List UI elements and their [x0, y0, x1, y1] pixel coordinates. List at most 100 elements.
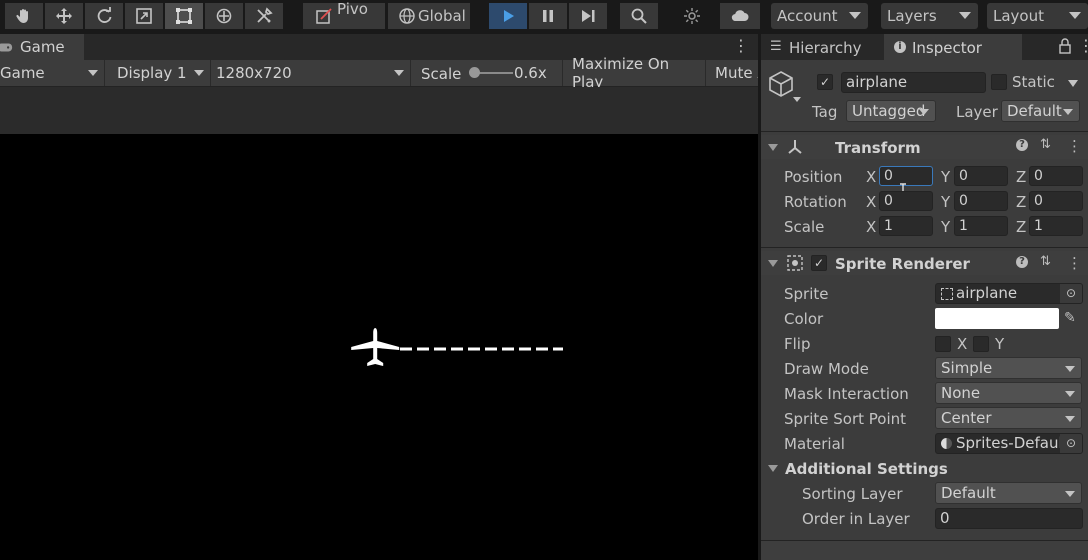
eyedropper-icon[interactable]: ✎	[1064, 310, 1076, 326]
game-letterbox	[0, 87, 758, 134]
game-tab-label: Game	[20, 38, 65, 56]
static-label: Static	[1012, 73, 1055, 91]
chevron-down-icon	[394, 70, 404, 76]
flip-x-label: X	[957, 335, 968, 353]
sprite-renderer-foldout-icon[interactable]	[768, 260, 778, 267]
flip-y-checkbox[interactable]	[973, 336, 989, 352]
scale-icon	[136, 8, 152, 24]
transform-tool-button[interactable]	[205, 3, 243, 29]
transform-title: Transform	[835, 139, 921, 157]
additional-settings-label[interactable]: Additional Settings	[785, 460, 948, 478]
color-swatch[interactable]	[935, 308, 1059, 329]
global-toggle[interactable]: Global	[388, 3, 470, 29]
icon-picker-chevron-icon[interactable]	[793, 97, 801, 102]
rotation-y-field[interactable]: 0	[954, 191, 1008, 211]
transform-foldout-icon[interactable]	[768, 144, 778, 151]
scale-tool-button[interactable]	[125, 3, 163, 29]
account-dropdown[interactable]: Account	[771, 3, 868, 29]
play-button[interactable]	[489, 3, 527, 29]
rotation-z-field[interactable]: 0	[1029, 191, 1083, 211]
gamepad-icon	[0, 43, 13, 52]
gameobject-cube-icon	[769, 71, 793, 97]
static-checkbox[interactable]	[991, 74, 1007, 90]
cloud-button[interactable]	[720, 3, 760, 29]
axis-y-label: Y	[941, 193, 951, 211]
inspector-more-options-icon[interactable]: ⋮	[1078, 38, 1088, 56]
flip-x-checkbox[interactable]	[935, 336, 951, 352]
tab-hierarchy[interactable]: ☰ Hierarchy	[766, 34, 882, 60]
position-z-field[interactable]: 0	[1029, 166, 1083, 186]
tag-value: Untagged	[852, 102, 926, 120]
active-checkbox[interactable]: ✓	[817, 74, 833, 90]
rotation-label: Rotation	[784, 193, 847, 211]
help-icon[interactable]: ?	[1016, 256, 1028, 268]
step-button[interactable]	[569, 3, 607, 29]
static-chevron-down-icon[interactable]	[1068, 80, 1078, 87]
rect-tool-button[interactable]	[165, 3, 203, 29]
help-icon[interactable]: ?	[1016, 139, 1028, 151]
layer-value: Default	[1007, 102, 1062, 120]
lock-icon[interactable]	[1058, 38, 1072, 54]
layers-label: Layers	[887, 7, 937, 25]
sprite-sort-point-dropdown[interactable]: Center	[935, 407, 1082, 429]
color-label: Color	[784, 310, 824, 328]
resolution-dropdown[interactable]: 1280x720	[211, 60, 411, 86]
search-button[interactable]	[620, 3, 658, 29]
sprite-object-field[interactable]: airplane ⊙	[935, 283, 1083, 304]
scale-x-field[interactable]: 1	[879, 216, 933, 236]
layer-dropdown[interactable]: Default	[1001, 100, 1080, 122]
chevron-down-icon	[849, 12, 861, 19]
rotation-x-field[interactable]: 0	[879, 191, 933, 211]
axis-x-label: X	[866, 168, 877, 186]
move-tool-button[interactable]	[45, 3, 83, 29]
object-picker-icon[interactable]: ⊙	[1060, 434, 1082, 453]
services-button[interactable]	[673, 3, 711, 29]
component-menu-icon[interactable]: ⋮	[1067, 137, 1082, 155]
tab-inspector[interactable]: i Inspector	[884, 34, 1022, 60]
sprite-renderer-enabled-checkbox[interactable]: ✓	[811, 255, 827, 271]
sprite-asset-icon	[941, 288, 953, 300]
draw-mode-dropdown[interactable]: Simple	[935, 357, 1082, 379]
flip-label: Flip	[784, 335, 811, 353]
divider	[761, 131, 1088, 132]
move-icon	[56, 8, 72, 24]
game-viewport[interactable]	[0, 134, 758, 560]
additional-settings-foldout-icon[interactable]	[768, 465, 778, 472]
transform-header[interactable]	[761, 135, 1088, 159]
layout-dropdown[interactable]: Layout	[987, 3, 1088, 29]
object-name-field[interactable]: airplane	[841, 72, 986, 93]
sorting-layer-dropdown[interactable]: Default	[935, 482, 1082, 504]
presets-icon[interactable]: ⇅	[1040, 137, 1051, 152]
game-more-options-icon[interactable]: ⋮	[733, 38, 749, 56]
layers-dropdown[interactable]: Layers	[881, 3, 978, 29]
axis-z-label: Z	[1016, 218, 1027, 236]
mute-audio-toggle[interactable]: Mute A	[706, 60, 758, 86]
material-value: Sprites-Defaul	[956, 434, 1063, 452]
scale-slider-thumb[interactable]	[469, 67, 480, 78]
resolution-label: 1280x720	[216, 64, 292, 82]
component-menu-icon[interactable]: ⋮	[1067, 254, 1082, 272]
material-object-field[interactable]: Sprites-Defaul ⊙	[935, 433, 1083, 454]
presets-icon[interactable]: ⇅	[1040, 254, 1051, 269]
tab-game[interactable]: Game	[0, 34, 84, 60]
object-picker-icon[interactable]: ⊙	[1060, 284, 1082, 303]
next-component-header[interactable]	[761, 541, 1088, 560]
search-icon	[631, 8, 647, 24]
sprite-label: Sprite	[784, 285, 829, 303]
tag-dropdown[interactable]: Untagged	[846, 100, 936, 122]
game-view-mode-dropdown[interactable]: Game	[0, 60, 105, 86]
scale-z-field[interactable]: 1	[1029, 216, 1083, 236]
pause-button[interactable]	[529, 3, 567, 29]
display-dropdown[interactable]: Display 1	[106, 60, 211, 86]
position-y-field[interactable]: 0	[954, 166, 1008, 186]
hand-tool-button[interactable]	[5, 3, 43, 29]
order-in-layer-field[interactable]: 0	[935, 508, 1083, 529]
mask-interaction-dropdown[interactable]: None	[935, 382, 1082, 404]
main-toolbar: Pivo Global Account Layers Layout	[0, 0, 1088, 34]
pivot-toggle[interactable]: Pivo	[303, 0, 385, 29]
rotate-tool-button[interactable]	[85, 3, 123, 29]
scale-y-field[interactable]: 1	[954, 216, 1008, 236]
custom-tool-button[interactable]	[245, 3, 283, 29]
maximize-on-play-toggle[interactable]: Maximize On Play	[564, 55, 706, 91]
axis-x-label: X	[866, 218, 877, 236]
